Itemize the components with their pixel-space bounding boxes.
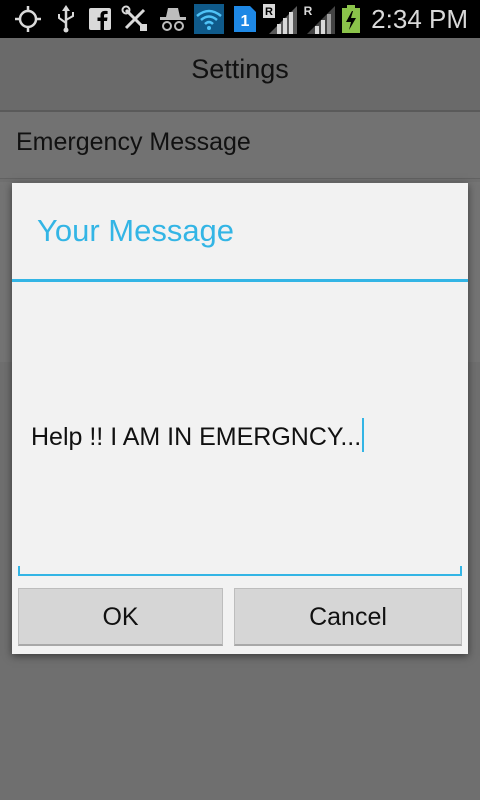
cancel-button[interactable]: Cancel [234, 588, 462, 646]
wifi-icon [194, 4, 224, 34]
roaming-letter-2: R [304, 4, 313, 18]
list-item-label: Emergency Message [16, 128, 251, 156]
ok-button[interactable]: OK [18, 588, 223, 646]
message-input[interactable]: Help !! I AM IN EMERGNCY... [18, 388, 462, 578]
dialog-title: Your Message [37, 213, 235, 248]
app-bar: Settings [0, 38, 480, 112]
roaming-signal-2-icon: R [302, 4, 338, 34]
gps-icon [12, 4, 44, 34]
dialog-divider [12, 279, 468, 282]
message-input-value: Help !! I AM IN EMERGNCY... [31, 423, 362, 451]
list-item-emergency-message[interactable]: Emergency Message [0, 112, 480, 179]
text-cursor [362, 418, 365, 452]
roaming-signal-icon: R [262, 4, 300, 34]
usb-icon [54, 4, 78, 34]
page-title: Settings [191, 54, 289, 84]
incognito-icon [156, 4, 190, 34]
status-time: 2:34 PM [371, 4, 468, 34]
status-bar: 1 R R 2:34 PM [0, 0, 480, 38]
facebook-icon [88, 4, 112, 34]
battery-charging-icon [340, 4, 362, 34]
sim-number: 1 [241, 13, 250, 30]
sim-1-icon: 1 [232, 4, 258, 34]
tools-icon [120, 4, 150, 34]
input-underline [18, 574, 462, 576]
roaming-letter: R [265, 6, 273, 18]
message-dialog: Your Message Help !! I AM IN EMERGNCY...… [12, 183, 468, 654]
